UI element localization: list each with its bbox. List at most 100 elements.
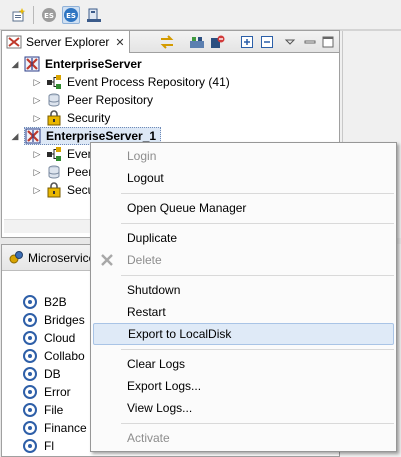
microservice-label: Collabo [44, 349, 85, 363]
delete-icon [99, 252, 115, 268]
tab-server-explorer[interactable]: Server Explorer ✕ [2, 31, 130, 53]
list-item[interactable]: File [22, 401, 63, 419]
toolbar-separator [33, 6, 34, 24]
microservice-label: Finance [44, 421, 87, 435]
microservice-icon [22, 384, 38, 400]
menu-item-shutdown[interactable]: Shutdown [93, 279, 394, 301]
menu-item-logout[interactable]: Logout [93, 167, 394, 189]
deploy-server-icon[interactable] [188, 33, 206, 51]
menu-item-label: Open Queue Manager [127, 201, 247, 215]
collapsed-arrow-icon[interactable]: ▷ [32, 185, 42, 196]
es-active-icon[interactable]: ES [62, 6, 80, 24]
event-process-icon [46, 74, 62, 90]
tree-node-label: Peer [67, 165, 93, 179]
list-item[interactable]: Fl [22, 437, 54, 455]
microservice-label: DB [44, 367, 61, 381]
collapsed-arrow-icon[interactable]: ▷ [32, 167, 42, 178]
microservice-label: B2B [44, 295, 67, 309]
minimize-icon[interactable] [301, 33, 319, 51]
list-item[interactable]: Finance [22, 419, 87, 437]
microservices-icon [8, 250, 24, 266]
new-connection-icon[interactable] [10, 6, 28, 24]
enterprise-server-icon [24, 56, 40, 72]
expand-all-icon[interactable] [238, 33, 256, 51]
menu-item-login[interactable]: Login [93, 145, 394, 167]
microservice-icon [22, 366, 38, 382]
collapsed-arrow-icon[interactable]: ▷ [32, 77, 42, 88]
menu-item-delete[interactable]: Delete [93, 249, 394, 271]
menu-item-label: Login [127, 149, 157, 163]
microservice-label: Fl [44, 439, 54, 453]
close-icon[interactable]: ✕ [115, 36, 124, 49]
menu-separator [121, 223, 394, 224]
microservice-icon [22, 330, 38, 346]
view-menu-icon[interactable] [281, 33, 299, 51]
expanded-arrow-icon[interactable]: ◢ [10, 59, 20, 70]
collapse-all-icon[interactable] [258, 33, 276, 51]
menu-item-clear-logs[interactable]: Clear Logs [93, 353, 394, 375]
menu-item-view-logs[interactable]: View Logs... [93, 397, 394, 419]
menu-item-duplicate[interactable]: Duplicate [93, 227, 394, 249]
menu-item-export-to-localdisk[interactable]: Export to LocalDisk [93, 323, 394, 345]
list-item[interactable]: Collabo [22, 347, 85, 365]
collapsed-arrow-icon[interactable]: ▷ [32, 149, 42, 160]
tab-microservices[interactable]: Microservice [2, 245, 95, 271]
microservice-icon [22, 420, 38, 436]
maximize-icon[interactable] [319, 33, 337, 51]
tree-node-server[interactable]: ◢ EnterpriseServer [10, 55, 142, 73]
tree-node-security[interactable]: ▷ Security [32, 109, 110, 127]
microservice-icon [22, 312, 38, 328]
tree-node-label: EnterpriseServer_1 [46, 129, 157, 143]
security-icon [46, 182, 62, 198]
menu-item-label: Export Logs... [127, 379, 202, 393]
microservices-tab-title: Microservice [28, 251, 96, 265]
menu-item-label: Shutdown [127, 283, 181, 297]
tree-node-peer-repository-2[interactable]: ▷ Peer [32, 163, 93, 181]
tree-node-label: Peer Repository [67, 93, 154, 107]
list-item[interactable]: B2B [22, 293, 67, 311]
menu-separator [121, 193, 394, 194]
tree-node-peer-repository[interactable]: ▷ Peer Repository [32, 91, 154, 109]
deploy-icon[interactable] [85, 6, 103, 24]
menu-item-label: Restart [127, 305, 166, 319]
menu-item-open-queue-manager[interactable]: Open Queue Manager [93, 197, 394, 219]
security-icon [46, 110, 62, 126]
peer-repository-icon [46, 92, 62, 108]
microservice-label: Error [44, 385, 71, 399]
peer-repository-icon [46, 164, 62, 180]
menu-item-label: Clear Logs [127, 357, 186, 371]
list-item[interactable]: Error [22, 383, 71, 401]
tree-node-label: Security [67, 111, 111, 125]
list-item[interactable]: Bridges [22, 311, 85, 329]
microservice-label: Bridges [44, 313, 85, 327]
menu-item-activate[interactable]: Activate [93, 427, 394, 449]
collapsed-arrow-icon[interactable]: ▷ [32, 113, 42, 124]
list-item[interactable]: DB [22, 365, 61, 383]
menu-item-export-logs[interactable]: Export Logs... [93, 375, 394, 397]
es-gray-icon[interactable]: ES [40, 6, 58, 24]
refresh-stop-icon[interactable] [208, 33, 226, 51]
list-item[interactable]: Cloud [22, 329, 75, 347]
menu-item-restart[interactable]: Restart [93, 301, 394, 323]
menu-item-label: Logout [127, 171, 164, 185]
enterprise-server-icon [25, 128, 41, 144]
menu-separator [121, 423, 394, 424]
server-explorer-tab-title: Server Explorer [26, 35, 110, 49]
tree-node-event-process-repository-2[interactable]: ▷ Even [32, 145, 94, 163]
menu-item-label: Delete [127, 253, 162, 267]
menu-item-label: Export to LocalDisk [128, 327, 232, 341]
sync-icon[interactable] [158, 33, 176, 51]
svg-text:ES: ES [66, 12, 76, 20]
expanded-arrow-icon[interactable]: ◢ [10, 131, 20, 142]
main-toolbar: ES ES [0, 0, 401, 30]
menu-item-label: View Logs... [127, 401, 193, 415]
menu-item-label: Activate [127, 431, 170, 445]
microservice-icon [22, 402, 38, 418]
microservice-icon [22, 294, 38, 310]
tree-node-event-process-repository[interactable]: ▷ Event Process Repository (41) [32, 73, 230, 91]
tree-node-security-2[interactable]: ▷ Secu [32, 181, 94, 199]
collapsed-arrow-icon[interactable]: ▷ [32, 95, 42, 106]
menu-separator [121, 275, 394, 276]
microservice-label: File [44, 403, 64, 417]
menu-separator [121, 349, 394, 350]
